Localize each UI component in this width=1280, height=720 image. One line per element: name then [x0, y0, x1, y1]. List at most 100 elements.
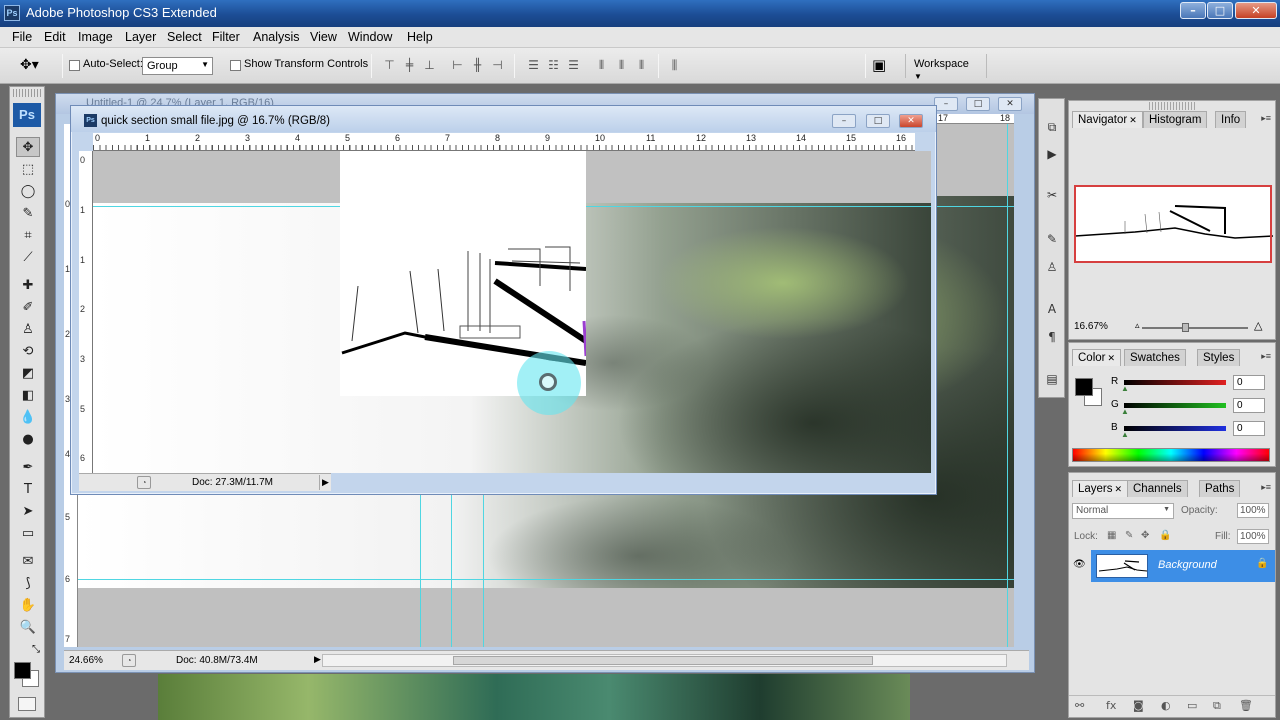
new-layer-icon[interactable]: ⧉ [1213, 699, 1221, 713]
marquee-tool-icon[interactable]: ⬚ [16, 160, 40, 180]
move-tool-preset-icon[interactable]: ✥▾ [20, 57, 39, 73]
channel-value-g[interactable]: 0 [1233, 398, 1265, 413]
brushes-panel-icon[interactable]: ✎ [1042, 229, 1062, 249]
menu-help[interactable]: Help [407, 30, 433, 44]
tab-styles[interactable]: Styles [1197, 349, 1241, 366]
doc-close-button[interactable]: ✕ [899, 114, 923, 128]
history-brush-tool-icon[interactable]: ⟲ [16, 342, 40, 362]
panel-grip[interactable] [1149, 102, 1195, 110]
layer-comps-icon[interactable]: ▤ [1042, 369, 1062, 389]
paragraph-panel-icon[interactable]: ¶ [1042, 327, 1062, 347]
navigator-zoom-slider[interactable] [1142, 323, 1248, 332]
zoom-out-icon[interactable]: ▵ [1135, 321, 1140, 331]
tab-histogram[interactable]: Histogram [1143, 111, 1208, 128]
slider-knob[interactable]: ▲ [1121, 431, 1129, 439]
panel-menu-icon[interactable]: ▸≡ [1261, 482, 1271, 493]
zoom-level[interactable]: 24.66% [69, 655, 103, 666]
crop-tool-icon[interactable]: ⌗ [16, 226, 40, 246]
menu-image[interactable]: Image [78, 30, 113, 44]
navigator-zoom-value[interactable]: 16.67% [1074, 321, 1108, 332]
document-title-bar[interactable]: Ps quick section small file.jpg @ 16.7% … [71, 106, 936, 132]
eyedropper-tool-icon[interactable]: ⟆ [16, 574, 40, 594]
layer-name[interactable]: Background [1158, 559, 1217, 571]
tab-navigator[interactable]: Navigator ✕ [1072, 111, 1143, 128]
distribute-hcenter-icon[interactable]: ⦀ [614, 58, 629, 73]
tool-presets-icon[interactable]: ✂ [1042, 185, 1062, 205]
channel-slider-b[interactable] [1124, 426, 1226, 431]
distribute-left-icon[interactable]: ⦀ [594, 58, 609, 73]
slider-knob[interactable] [1182, 323, 1189, 332]
new-group-icon[interactable]: ▭ [1187, 699, 1197, 712]
gradient-tool-icon[interactable]: ◧ [16, 386, 40, 406]
blend-mode-dropdown[interactable]: Normal ▼ [1072, 503, 1174, 519]
opacity-input[interactable]: 100% [1237, 503, 1269, 518]
channel-value-r[interactable]: 0 [1233, 375, 1265, 390]
tab-paths[interactable]: Paths [1199, 480, 1241, 497]
slider-knob[interactable]: ▲ [1121, 408, 1129, 416]
layer-row[interactable]: 👁 Background 🔒 [1069, 550, 1275, 582]
lock-transparent-icon[interactable]: ▦ [1107, 530, 1116, 541]
distribute-vcenter-icon[interactable]: ☷ [546, 58, 561, 73]
panel-menu-icon[interactable]: ▸≡ [1261, 351, 1271, 362]
scrollbar-thumb[interactable] [453, 656, 873, 665]
menu-file[interactable]: File [12, 30, 32, 44]
horizontal-scrollbar[interactable] [322, 654, 1007, 667]
menu-edit[interactable]: Edit [44, 30, 66, 44]
close-button[interactable]: ✕ [1235, 2, 1277, 19]
quick-mask-icon[interactable] [18, 697, 36, 711]
eraser-tool-icon[interactable]: ◩ [16, 364, 40, 384]
show-transform-checkbox[interactable] [230, 60, 241, 71]
doc-minimize-button[interactable]: – [832, 114, 856, 128]
type-tool-icon[interactable]: T [16, 480, 40, 500]
panel-menu-icon[interactable]: ▸≡ [1261, 113, 1271, 124]
menu-window[interactable]: Window [348, 30, 392, 44]
tab-layers[interactable]: Layers ✕ [1072, 480, 1129, 497]
notes-tool-icon[interactable]: ✉ [16, 552, 40, 572]
workspace-button[interactable]: Workspace ▼ [905, 54, 987, 81]
auto-select-dropdown[interactable]: Group ▼ [142, 57, 213, 75]
foreground-color-swatch[interactable] [14, 662, 31, 679]
tab-color[interactable]: Color ✕ [1072, 349, 1122, 366]
channel-slider-g[interactable] [1124, 403, 1226, 408]
trash-icon[interactable]: 🗑 [1239, 699, 1253, 712]
status-menu-arrow-icon[interactable]: ▶ [314, 654, 321, 665]
pen-tool-icon[interactable]: ✒ [16, 458, 40, 478]
auto-select-checkbox[interactable] [69, 60, 80, 71]
menu-select[interactable]: Select [167, 30, 202, 44]
layer-selected-background[interactable]: Background 🔒 [1091, 550, 1275, 582]
close-icon[interactable]: ✕ [1129, 115, 1137, 125]
guide-line[interactable] [1007, 124, 1008, 647]
status-nav-icon[interactable]: ◔ [122, 654, 136, 667]
ps-logo-icon[interactable]: Ps [13, 103, 41, 127]
brush-tool-icon[interactable]: ✐ [16, 298, 40, 318]
align-left-icon[interactable]: ⊢ [450, 58, 465, 73]
align-hcenter-icon[interactable]: ╫ [470, 58, 485, 73]
lock-image-icon[interactable]: ✎ [1125, 530, 1133, 541]
eye-icon[interactable]: 👁 [1073, 559, 1086, 570]
doc-minimize-button[interactable]: – [934, 97, 958, 111]
minimize-button[interactable]: – [1180, 2, 1206, 19]
shape-tool-icon[interactable]: ▭ [16, 524, 40, 544]
doc-close-button[interactable]: ✕ [998, 97, 1022, 111]
align-right-icon[interactable]: ⊣ [490, 58, 505, 73]
quick-select-tool-icon[interactable]: ✎ [16, 204, 40, 224]
zoom-in-icon[interactable]: △ [1254, 319, 1262, 332]
close-icon[interactable]: ✕ [1107, 353, 1115, 363]
path-select-tool-icon[interactable]: ➤ [16, 502, 40, 522]
menu-layer[interactable]: Layer [125, 30, 156, 44]
layer-style-icon[interactable]: fx [1106, 699, 1116, 712]
bridge-icon[interactable]: ▣ [872, 56, 886, 74]
menu-analysis[interactable]: Analysis [253, 30, 300, 44]
align-bottom-icon[interactable]: ⊥ [422, 58, 437, 73]
dodge-tool-icon[interactable]: ● [16, 430, 40, 450]
swap-colors-icon[interactable]: ⤡ [32, 644, 40, 655]
fill-input[interactable]: 100% [1237, 529, 1269, 544]
slider-knob[interactable]: ▲ [1121, 385, 1129, 393]
align-vcenter-icon[interactable]: ╪ [402, 58, 417, 73]
channel-value-b[interactable]: 0 [1233, 421, 1265, 436]
channel-slider-r[interactable] [1124, 380, 1226, 385]
tab-channels[interactable]: Channels [1127, 480, 1188, 497]
character-panel-icon[interactable]: A [1042, 299, 1062, 319]
distribute-bottom-icon[interactable]: ☰ [566, 58, 581, 73]
clone-source-icon[interactable]: ♙ [1042, 257, 1062, 277]
